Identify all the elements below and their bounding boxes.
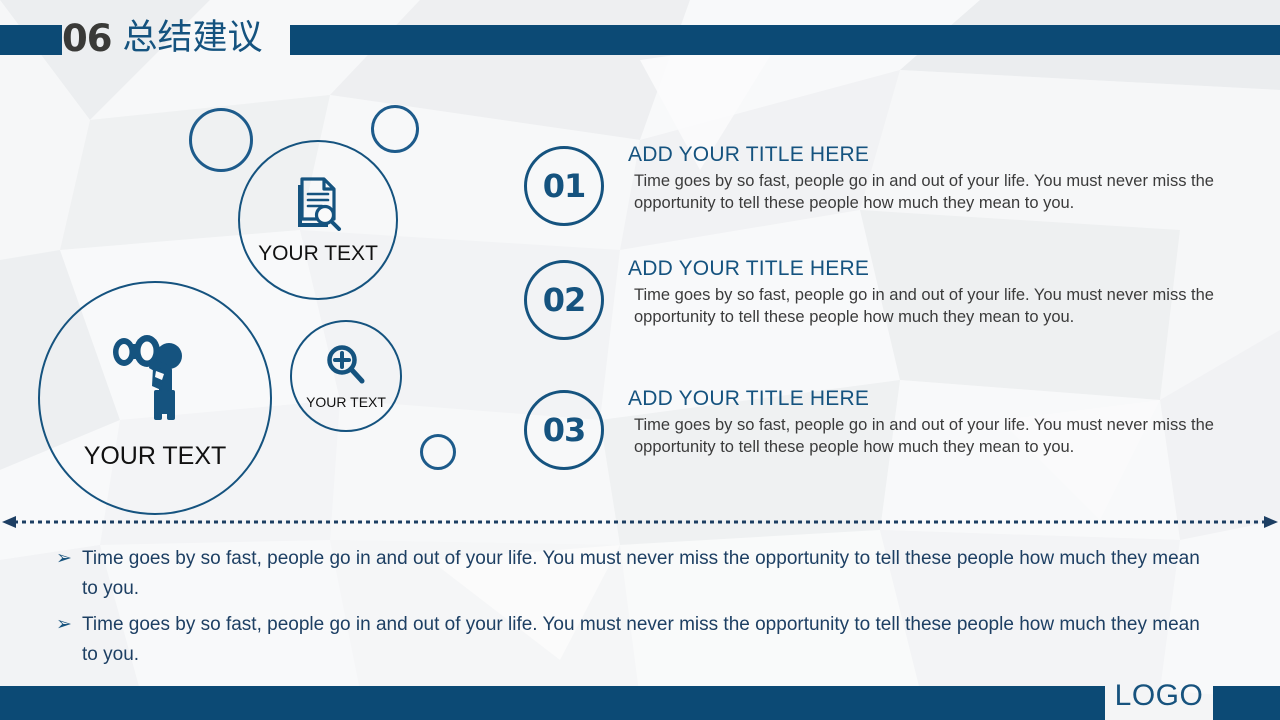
circle-label: YOUR TEXT	[258, 241, 378, 265]
footer-bar-left	[0, 686, 1105, 720]
circle-magnifier[interactable]: YOUR TEXT	[290, 320, 402, 432]
item-title: ADD YOUR TITLE HERE	[628, 257, 870, 280]
slide-footer: LOGO	[0, 679, 1280, 720]
list-item: ➢ Time goes by so fast, people go in and…	[56, 544, 1246, 604]
list-item[interactable]: 02 ADD YOUR TITLE HERE Time goes by so f…	[524, 256, 1264, 370]
section-title-text: 总结建议	[122, 17, 263, 58]
decorative-ring-medium	[371, 105, 419, 153]
bullet-list: ➢ Time goes by so fast, people go in and…	[56, 544, 1246, 676]
decorative-ring-large	[189, 108, 253, 172]
item-number: 03	[542, 411, 587, 449]
decorative-ring-small	[420, 434, 456, 470]
item-number: 01	[542, 167, 587, 205]
page-title: 06 总结建议	[62, 7, 263, 69]
list-item[interactable]: 03 ADD YOUR TITLE HERE Time goes by so f…	[524, 370, 1264, 484]
binoculars-person-icon	[113, 334, 182, 420]
numbered-item-list: 01 ADD YOUR TITLE HERE Time goes by so f…	[524, 142, 1264, 484]
footer-bar-right	[1213, 686, 1280, 720]
list-item[interactable]: 01 ADD YOUR TITLE HERE Time goes by so f…	[524, 142, 1264, 256]
arrow-bullet-icon: ➢	[56, 614, 72, 636]
item-number-badge: 02	[524, 260, 604, 340]
circle-label: YOUR TEXT	[306, 393, 386, 410]
item-body: ADD YOUR TITLE HERE Time goes by so fast…	[628, 142, 1264, 215]
header-bar-left	[0, 25, 62, 55]
circle-document-search[interactable]: YOUR TEXT	[238, 140, 398, 300]
item-body: ADD YOUR TITLE HERE Time goes by so fast…	[628, 256, 1264, 329]
circle-label: YOUR TEXT	[83, 441, 227, 470]
item-number-badge: 03	[524, 390, 604, 470]
document-search-icon	[298, 176, 341, 231]
circle-cluster: YOUR TEXT YOUR TEXT YOUR TEXT	[0, 60, 520, 520]
magnifier-plus-icon	[327, 344, 365, 383]
bullet-text: Time goes by so fast, people go in and o…	[82, 548, 1200, 600]
logo: LOGO	[1114, 679, 1204, 712]
bullet-text: Time goes by so fast, people go in and o…	[82, 614, 1200, 666]
item-number-badge: 01	[524, 146, 604, 226]
slide-header: 06 总结建议	[0, 20, 1280, 57]
arrow-bullet-icon: ➢	[56, 548, 72, 569]
item-title: ADD YOUR TITLE HERE	[628, 143, 870, 166]
item-number: 02	[542, 281, 587, 319]
dotted-arrow-divider	[2, 516, 1278, 528]
header-bar-right	[290, 25, 1280, 55]
item-body: ADD YOUR TITLE HERE Time goes by so fast…	[628, 370, 1264, 459]
item-description: Time goes by so fast, people go in and o…	[634, 286, 1214, 327]
section-number: 06	[62, 16, 112, 60]
circle-binoculars[interactable]: YOUR TEXT	[38, 281, 272, 515]
item-description: Time goes by so fast, people go in and o…	[634, 416, 1214, 457]
item-title: ADD YOUR TITLE HERE	[628, 387, 870, 410]
item-description: Time goes by so fast, people go in and o…	[634, 172, 1214, 213]
list-item: ➢ Time goes by so fast, people go in and…	[56, 610, 1246, 670]
